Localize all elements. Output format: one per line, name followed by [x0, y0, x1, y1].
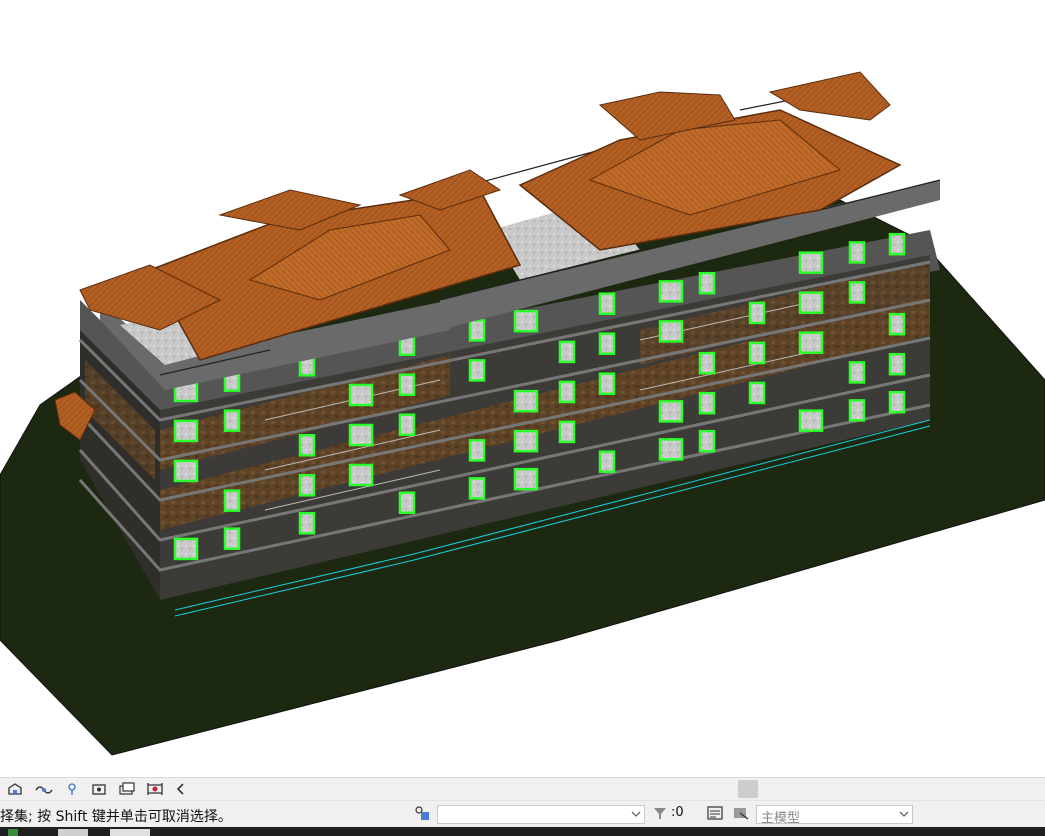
window-opening[interactable]	[558, 380, 576, 404]
window-opening[interactable]	[398, 413, 416, 437]
editable-only-icon[interactable]	[732, 805, 750, 821]
window-opening[interactable]	[513, 309, 539, 333]
view-control-bar	[0, 777, 1045, 800]
workset-dropdown[interactable]	[437, 805, 645, 824]
horizontal-scrollbar-thumb[interactable]	[738, 780, 758, 798]
window-opening[interactable]	[348, 423, 374, 447]
window-opening[interactable]	[698, 391, 716, 415]
window-opening[interactable]	[468, 439, 486, 462]
window-opening[interactable]	[348, 383, 374, 407]
window-opening[interactable]	[598, 332, 616, 355]
window-opening[interactable]	[798, 409, 824, 432]
window-opening[interactable]	[173, 537, 199, 561]
crop-view-icon[interactable]	[90, 781, 108, 797]
window-opening[interactable]	[173, 419, 199, 443]
window-opening[interactable]	[798, 291, 824, 314]
window-opening[interactable]	[888, 232, 906, 256]
window-opening[interactable]	[598, 450, 616, 473]
taskbar-app-icon[interactable]	[58, 829, 88, 836]
design-option-dropdown[interactable]: 主模型	[756, 805, 913, 826]
window-opening[interactable]	[658, 400, 684, 423]
temporary-hide-icon[interactable]	[146, 781, 164, 797]
window-opening[interactable]	[888, 312, 906, 336]
taskbar-app-icon[interactable]	[110, 829, 150, 836]
collapse-chevron-icon[interactable]	[172, 781, 190, 797]
window-opening[interactable]	[223, 409, 241, 432]
window-opening[interactable]	[398, 373, 416, 397]
window-opening[interactable]	[698, 429, 716, 453]
window-opening[interactable]	[513, 467, 539, 491]
window-opening[interactable]	[798, 331, 824, 354]
window-opening[interactable]	[598, 292, 616, 315]
window-opening[interactable]	[748, 381, 766, 405]
window-opening[interactable]	[748, 341, 766, 365]
status-message: 选择集; 按 Shift 键并单击可取消选择。	[0, 809, 232, 825]
status-bar: 选择集; 按 Shift 键并单击可取消选择。 :0 主模型	[0, 800, 1045, 827]
window-opening[interactable]	[848, 361, 866, 384]
window-opening[interactable]	[658, 280, 684, 303]
workset-icon[interactable]	[413, 805, 431, 821]
filter-icon[interactable]	[651, 805, 669, 821]
window-opening[interactable]	[398, 491, 416, 515]
selection-count: :0	[671, 805, 684, 820]
window-opening[interactable]	[298, 474, 316, 497]
window-opening[interactable]	[513, 389, 539, 413]
window-opening[interactable]	[798, 251, 824, 274]
window-opening[interactable]	[848, 399, 866, 422]
window-opening[interactable]	[298, 434, 316, 457]
window-opening[interactable]	[598, 372, 616, 395]
window-opening[interactable]	[558, 420, 576, 444]
window-opening[interactable]	[468, 319, 486, 342]
window-opening[interactable]	[223, 489, 241, 512]
window-opening[interactable]	[298, 512, 316, 535]
window-opening[interactable]	[513, 429, 539, 453]
show-crop-icon[interactable]	[118, 781, 136, 797]
window-opening[interactable]	[658, 438, 684, 461]
window-opening[interactable]	[848, 281, 866, 304]
window-opening[interactable]	[558, 340, 576, 364]
taskbar-app-icon[interactable]	[8, 829, 18, 836]
window-opening[interactable]	[348, 463, 374, 487]
visual-style-icon[interactable]	[35, 781, 53, 797]
window-opening[interactable]	[848, 241, 866, 264]
window-opening[interactable]	[223, 527, 241, 550]
window-opening[interactable]	[888, 390, 906, 414]
design-options-icon[interactable]	[706, 805, 724, 821]
window-opening[interactable]	[698, 351, 716, 375]
window-opening[interactable]	[173, 459, 199, 483]
window-opening[interactable]	[468, 477, 486, 500]
window-opening[interactable]	[748, 301, 766, 325]
os-taskbar	[0, 827, 1045, 836]
main-model-label: 主模型	[761, 811, 801, 826]
window-opening[interactable]	[888, 352, 906, 376]
window-opening[interactable]	[698, 271, 716, 295]
detail-level-icon[interactable]	[6, 781, 24, 797]
window-opening[interactable]	[468, 359, 486, 382]
sun-path-icon[interactable]	[63, 781, 81, 797]
building-3d-model[interactable]	[0, 0, 1045, 777]
window-opening[interactable]	[658, 320, 684, 343]
3d-view-canvas[interactable]	[0, 0, 1045, 777]
